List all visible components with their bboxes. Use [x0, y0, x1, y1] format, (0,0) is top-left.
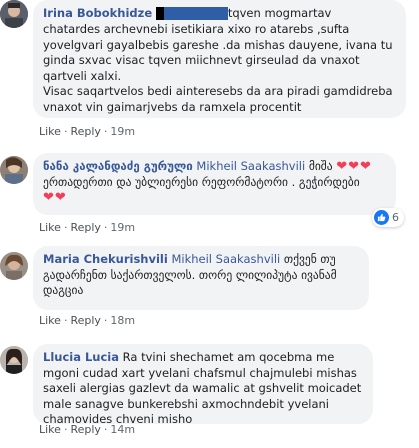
comment-author[interactable]: Irina Bobokhidze [43, 6, 152, 20]
reply-button[interactable]: Reply [70, 314, 100, 327]
comment-actions: Like · Reply · 19m [39, 221, 135, 234]
separator: · [103, 314, 108, 327]
like-button[interactable]: Like [39, 314, 61, 327]
reply-button[interactable]: Reply [70, 221, 100, 234]
separator: · [63, 423, 68, 436]
comment-bubble: Irina Bobokhidze tqven mogmartav chatard… [33, 0, 406, 118]
comment-text: chatardes archevnebi isetikiara xixo ro … [43, 22, 393, 83]
mention-link[interactable]: Mikheil Saakashvili [196, 159, 305, 173]
comment-time[interactable]: 18m [110, 314, 135, 327]
like-button[interactable]: Like [39, 221, 61, 234]
avatar-image [0, 252, 28, 280]
avatar[interactable] [0, 156, 28, 184]
comment-bubble: Llucia Lucia Ra tvini shechamet am qoceb… [33, 344, 373, 426]
mention-link[interactable]: Mikheil Saakashvili [171, 252, 280, 266]
comment-author[interactable]: Maria Chekurishvili [43, 252, 168, 266]
avatar[interactable] [0, 0, 28, 28]
comment-4: Llucia Lucia Ra tvini shechamet am qoceb… [0, 338, 419, 448]
comment-time[interactable]: 19m [110, 125, 135, 138]
comment-bubble: Maria Chekurishvili Mikheil Saakashvili … [33, 246, 369, 310]
heart-emoji: ❤❤ [43, 190, 67, 205]
avatar-image [0, 156, 28, 184]
comment-text: ერთადერთი და უბლიერესი რეფორმატორი . გეჭ… [43, 174, 360, 189]
comment-time[interactable]: 19m [110, 221, 135, 234]
comment-text: tqven mogmartav [227, 6, 332, 20]
avatar-image [0, 0, 28, 28]
like-reaction-icon [374, 210, 389, 225]
reaction-count: 6 [392, 211, 399, 224]
reply-button[interactable]: Reply [70, 125, 100, 138]
reply-button[interactable]: Reply [70, 423, 100, 436]
comment-time[interactable]: 14m [110, 423, 135, 436]
avatar[interactable] [0, 346, 28, 374]
comment-bubble: ნანა კალანდაძე გურული Mikheil Saakashvil… [33, 153, 396, 215]
like-button[interactable]: Like [39, 423, 61, 436]
avatar[interactable] [0, 252, 28, 280]
separator: · [63, 125, 68, 138]
separator: · [63, 221, 68, 234]
comment-author[interactable]: Llucia Lucia [43, 350, 119, 364]
redacted-mention [155, 7, 164, 20]
comment-3: Maria Chekurishvili Mikheil Saakashvili … [0, 240, 419, 330]
separator: · [103, 125, 108, 138]
redacted-mention [163, 7, 228, 20]
comment-1: Irina Bobokhidze tqven mogmartav chatard… [0, 0, 419, 145]
reaction-badge[interactable]: 6 [372, 208, 404, 227]
avatar-image [0, 346, 28, 374]
comment-2: ნანა კალანდაძე გურული Mikheil Saakashvil… [0, 148, 419, 240]
comment-author[interactable]: ნანა კალანდაძე გურული [43, 159, 193, 173]
comment-text: მიშა [308, 159, 333, 173]
separator: · [103, 423, 108, 436]
comment-text: Visac saqartvelos bedi ainteresebs da ar… [43, 84, 393, 114]
comment-actions: Like · Reply · 18m [39, 314, 135, 327]
comment-actions: Like · Reply · 14m [39, 423, 135, 436]
like-button[interactable]: Like [39, 125, 61, 138]
heart-emoji: ❤❤❤ [336, 159, 372, 174]
separator: · [103, 221, 108, 234]
separator: · [63, 314, 68, 327]
comment-actions: Like · Reply · 19m [39, 125, 135, 138]
